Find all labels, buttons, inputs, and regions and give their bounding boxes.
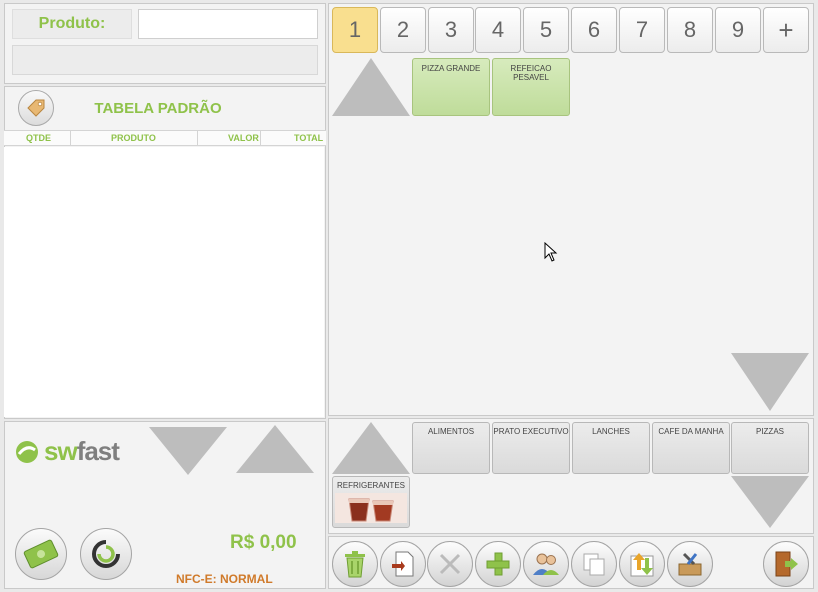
- category-lanches[interactable]: LANCHES: [572, 422, 650, 474]
- product-pizza-grande[interactable]: PIZZA GRANDE: [412, 58, 490, 116]
- customers-button[interactable]: [523, 541, 569, 587]
- tag-icon: [27, 99, 45, 117]
- copy-icon: [583, 553, 605, 576]
- drink-glasses-image: [335, 493, 407, 523]
- cutlery-button[interactable]: [427, 541, 473, 587]
- tab-1[interactable]: 1: [332, 7, 378, 53]
- scroll-up-products-button[interactable]: [332, 58, 410, 116]
- tab-3[interactable]: 3: [428, 7, 474, 53]
- tools-icon: [678, 552, 702, 576]
- price-table-title: TABELA PADRÃO: [94, 100, 222, 117]
- refresh-icon: [92, 540, 120, 568]
- cutlery-icon: [439, 553, 461, 575]
- category-pizzas[interactable]: PIZZAS: [731, 422, 809, 474]
- trash-icon: [345, 551, 365, 578]
- document-button[interactable]: [380, 541, 426, 587]
- product-input[interactable]: [138, 9, 318, 39]
- exit-button[interactable]: [763, 541, 809, 587]
- column-valor: VALOR: [228, 133, 259, 143]
- order-total: R$ 0,00: [230, 532, 297, 553]
- delete-item-button[interactable]: [332, 541, 378, 587]
- category-refrigerantes-label: REFRIGERANTES: [336, 481, 405, 490]
- category-prato-executivo[interactable]: PRATO EXECUTIVO: [492, 422, 570, 474]
- table-header: QTDE PRODUTO VALOR TOTAL: [4, 130, 326, 146]
- plus-icon: [486, 552, 510, 576]
- document-icon: [392, 551, 414, 577]
- cash-icon: [23, 539, 59, 569]
- category-refrigerantes[interactable]: REFRIGERANTES: [332, 476, 410, 528]
- tab-add[interactable]: +: [763, 7, 809, 53]
- column-produto: PRODUTO: [111, 133, 156, 143]
- scroll-up-order-button[interactable]: [236, 425, 314, 473]
- category-cafe-da-manha[interactable]: CAFE DA MANHA: [652, 422, 730, 474]
- scroll-down-products-button[interactable]: [731, 353, 809, 411]
- category-alimentos[interactable]: ALIMENTOS: [412, 422, 490, 474]
- tab-4[interactable]: 4: [475, 7, 521, 53]
- product-refeicao-pesavel[interactable]: REFEICAO PESAVEL: [492, 58, 570, 116]
- transfer-icon: [630, 553, 654, 577]
- scroll-down-categories-button[interactable]: [731, 476, 809, 528]
- add-item-button[interactable]: [475, 541, 521, 587]
- product-label: Produto:: [12, 9, 132, 39]
- column-total: TOTAL: [294, 133, 324, 143]
- exit-icon: [775, 551, 798, 577]
- scroll-down-order-button[interactable]: [149, 427, 227, 475]
- copy-button[interactable]: [571, 541, 617, 587]
- nfce-mode: NFC-E: NORMAL: [176, 572, 273, 586]
- column-qtde: QTDE: [26, 133, 52, 143]
- payment-button[interactable]: [15, 528, 67, 580]
- product-description-field: [12, 45, 318, 75]
- transfer-button[interactable]: [619, 541, 665, 587]
- tab-6[interactable]: 6: [571, 7, 617, 53]
- scroll-up-categories-button[interactable]: [332, 422, 410, 474]
- users-icon: [533, 553, 559, 575]
- refresh-button[interactable]: [80, 528, 132, 580]
- tab-9[interactable]: 9: [715, 7, 761, 53]
- tab-8[interactable]: 8: [667, 7, 713, 53]
- tab-2[interactable]: 2: [380, 7, 426, 53]
- swfast-logo-icon: [16, 440, 38, 463]
- settings-button[interactable]: [667, 541, 713, 587]
- order-items-list[interactable]: [4, 147, 324, 417]
- brand-logo: swfast: [14, 436, 120, 467]
- mouse-cursor-icon: [544, 242, 558, 262]
- price-table-button[interactable]: [18, 90, 54, 126]
- tab-5[interactable]: 5: [523, 7, 569, 53]
- tab-7[interactable]: 7: [619, 7, 665, 53]
